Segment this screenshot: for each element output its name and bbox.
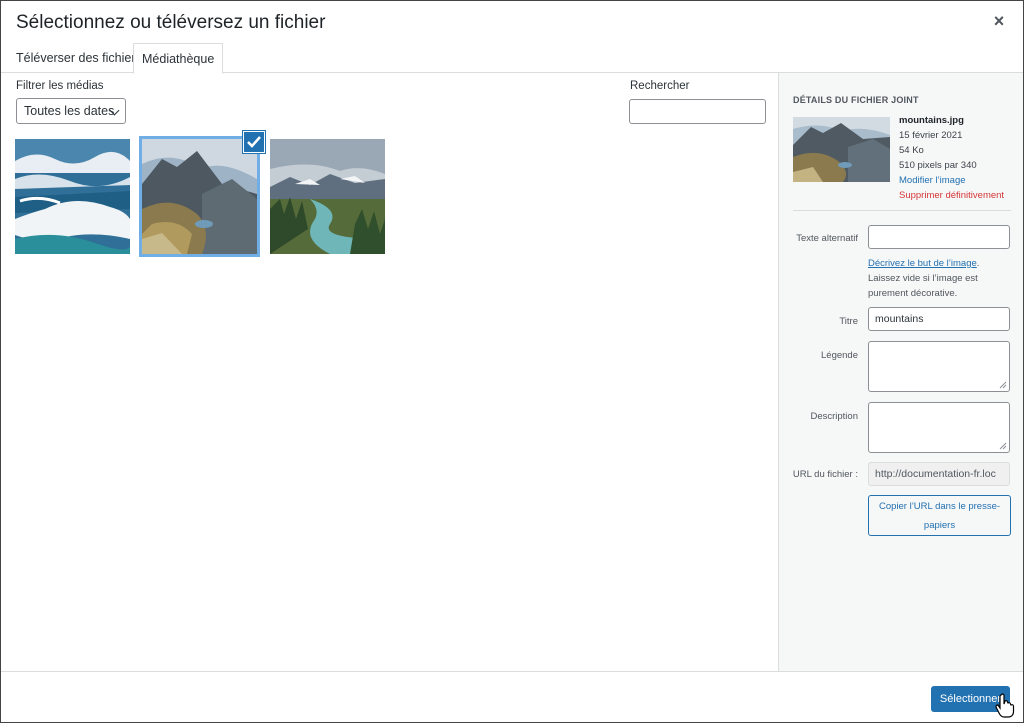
date-filter-value: Toutes les dates [24, 104, 115, 118]
file-url-label: URL du fichier : [792, 469, 858, 480]
modal-footer: Sélectionner [1, 671, 1023, 722]
selected-check-icon[interactable] [243, 131, 265, 153]
resize-grip-icon[interactable] [999, 442, 1007, 450]
resize-grip-icon[interactable] [999, 381, 1007, 389]
attachment-waves[interactable] [15, 139, 130, 254]
mountains-icon [793, 117, 890, 182]
alt-text-input[interactable] [868, 225, 1010, 249]
details-thumbnail [793, 117, 890, 182]
attachment-mountains[interactable] [139, 136, 260, 257]
hand-cursor-icon [995, 693, 1015, 718]
title-label: Titre [839, 316, 858, 327]
alt-text-help: Décrivez le but de l’image. Laissez vide… [868, 256, 1013, 301]
tab-upload-files[interactable]: Téléverser des fichiers [8, 43, 150, 73]
caption-textarea[interactable] [868, 341, 1010, 392]
caption-label: Légende [821, 350, 858, 361]
title-input[interactable]: mountains [868, 307, 1010, 331]
details-filesize: 54 Ko [899, 145, 924, 156]
details-divider [793, 210, 1011, 211]
attachment-lake[interactable] [270, 139, 385, 254]
details-heading: DÉTAILS DU FICHIER JOINT [793, 95, 919, 105]
waves-icon [15, 139, 130, 254]
description-label: Description [810, 411, 858, 422]
attachments-browser: Filtrer les médias Toutes les dates Rech… [1, 73, 778, 671]
search-input[interactable] [629, 99, 766, 124]
edit-image-link[interactable]: Modifier l’image [899, 175, 966, 186]
details-dimensions: 510 pixels par 340 [899, 160, 977, 171]
details-filename: mountains.jpg [899, 115, 964, 126]
alt-text-help-link[interactable]: Décrivez le but de l’image [868, 258, 977, 269]
delete-permanently-link[interactable]: Supprimer définitivement [899, 190, 1004, 201]
attachment-details-sidebar: DÉTAILS DU FICHIER JOINT mountains.jpg 1… [778, 73, 1023, 671]
alt-text-label: Texte alternatif [796, 233, 858, 244]
filter-label: Filtrer les médias [16, 80, 104, 92]
media-tabs: Téléverser des fichiers Médiathèque [1, 43, 1023, 74]
modal-title: Sélectionnez ou téléversez un fichier [16, 12, 326, 33]
details-date: 15 février 2021 [899, 130, 963, 141]
copy-url-button[interactable]: Copier l’URL dans le presse-papiers [868, 495, 1011, 536]
date-filter-select[interactable]: Toutes les dates [16, 98, 126, 124]
lake-icon [270, 139, 385, 254]
mountains-icon [142, 139, 257, 254]
media-modal: Sélectionnez ou téléversez un fichier × … [0, 0, 1024, 723]
tab-media-library[interactable]: Médiathèque [133, 43, 224, 74]
modal-header: Sélectionnez ou téléversez un fichier × [1, 1, 1023, 45]
search-label: Rechercher [630, 80, 690, 92]
description-textarea[interactable] [868, 402, 1010, 453]
file-url-input[interactable]: http://documentation-fr.loc [868, 462, 1010, 486]
close-icon[interactable]: × [989, 11, 1009, 31]
